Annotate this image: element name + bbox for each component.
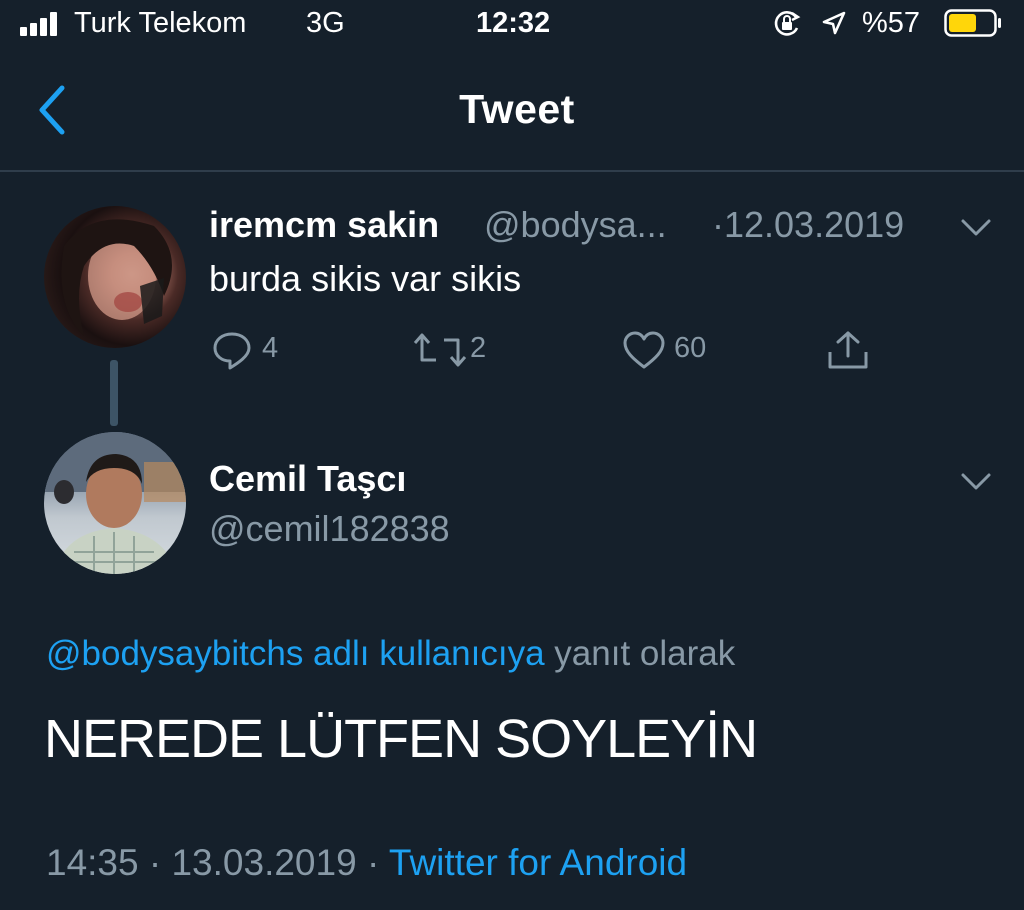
like-count: 60 [674,332,707,364]
tweet-time: 14:35 [46,842,139,883]
tweet-metadata: 14:35 · 13.03.2019 · Twitter for Android [46,842,687,884]
reply-button[interactable]: 4 [212,330,292,370]
avatar[interactable] [44,432,186,574]
chevron-down-icon[interactable] [960,218,992,238]
battery-percentage: %57 [862,7,921,39]
status-bar: Turk Telekom 3G 12:32 %57 [0,0,1024,48]
retweet-icon [413,333,467,367]
replying-to-user-link[interactable]: @bodysaybitchs adlı kullanıcıya [46,634,545,673]
share-button[interactable] [826,330,870,370]
location-arrow-icon [822,11,846,35]
author-handle[interactable]: @cemil182838 [209,508,450,550]
tweet-date: ·12.03.2019 [712,204,905,245]
reply-icon [213,332,251,370]
like-button[interactable]: 60 [622,330,722,370]
thread-connector-line [110,360,118,426]
network-type: 3G [306,7,345,39]
meta-separator: · [148,842,162,883]
author-name[interactable]: Cemil Taşcı [209,458,406,500]
tweet-date: 13.03.2019 [171,842,357,883]
replying-to-suffix: yanıt olarak [554,634,736,673]
avatar[interactable] [44,206,186,348]
author-name[interactable]: iremcm sakin [209,204,439,246]
share-icon [828,331,868,369]
retweet-count: 2 [470,332,487,364]
tweet-text: NEREDE LÜTFEN SOYLEYİN [44,709,758,769]
heart-icon [623,331,665,369]
reply-count: 4 [262,332,279,364]
tweet-source-link[interactable]: Twitter for Android [389,842,687,883]
replying-to: @bodysaybitchs adlı kullanıcıya yanıt ol… [46,634,735,674]
rotation-lock-icon [774,11,801,36]
signal-bars-icon [20,12,64,36]
status-time: 12:32 [476,7,551,39]
page-title: Tweet [459,86,575,132]
battery-icon [944,9,1001,37]
carrier-name: Turk Telekom [74,7,247,39]
navigation-bar: Tweet [0,52,1024,172]
author-handle[interactable]: @bodysa... [484,204,667,246]
tweet-text: burda sikis var sikis [209,258,522,299]
meta-separator: · [366,842,380,883]
retweet-button[interactable]: 2 [412,330,492,370]
chevron-down-icon[interactable] [960,472,992,492]
